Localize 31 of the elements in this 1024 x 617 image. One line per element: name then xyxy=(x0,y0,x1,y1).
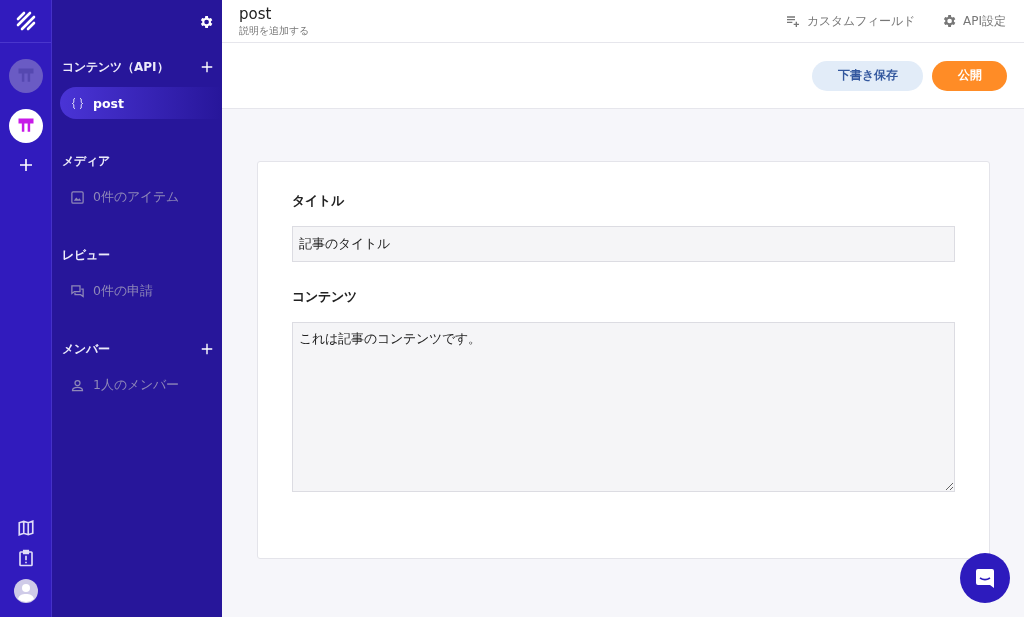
section-title: メディア xyxy=(62,152,110,170)
chat-bubble-icon xyxy=(973,566,997,590)
map-icon[interactable] xyxy=(16,519,35,537)
page-title: post xyxy=(239,4,273,23)
api-settings-button[interactable]: API設定 xyxy=(941,12,1006,30)
chat-bubbles-icon xyxy=(70,283,85,299)
add-icon[interactable] xyxy=(17,157,34,173)
settings-icon[interactable] xyxy=(198,13,214,30)
field-label: コンテンツ xyxy=(292,288,358,306)
add-description-link[interactable]: 説明を追加する xyxy=(239,24,309,38)
title-field[interactable]: 記事のタイトル xyxy=(292,226,955,262)
sidebar-item[interactable]: 1人のメンバー xyxy=(60,369,222,401)
sidebar-item[interactable]: 0件のアイテム xyxy=(60,181,222,213)
add-icon[interactable] xyxy=(200,60,214,74)
custom-fields-button[interactable]: カスタムフィールド xyxy=(785,12,915,30)
person-icon xyxy=(70,377,85,393)
save-draft-button[interactable]: 下書き保存 xyxy=(812,60,923,91)
list-add-icon xyxy=(785,13,801,29)
braces-icon xyxy=(70,95,85,111)
user-avatar-icon[interactable] xyxy=(13,579,38,603)
image-icon xyxy=(70,189,85,205)
section-title: レビュー xyxy=(62,246,110,264)
add-icon[interactable] xyxy=(200,342,214,356)
section-title: メンバー xyxy=(62,340,110,358)
alert-clipboard-icon[interactable] xyxy=(16,549,35,567)
sidebar-item[interactable]: 0件の申請 xyxy=(60,275,222,307)
content-field[interactable]: これは記事のコンテンツです。 xyxy=(292,322,955,492)
field-label: タイトル xyxy=(292,192,345,210)
section-title: コンテンツ（API） xyxy=(62,58,169,76)
project-avatar[interactable] xyxy=(8,109,43,143)
settings-icon xyxy=(941,13,957,29)
